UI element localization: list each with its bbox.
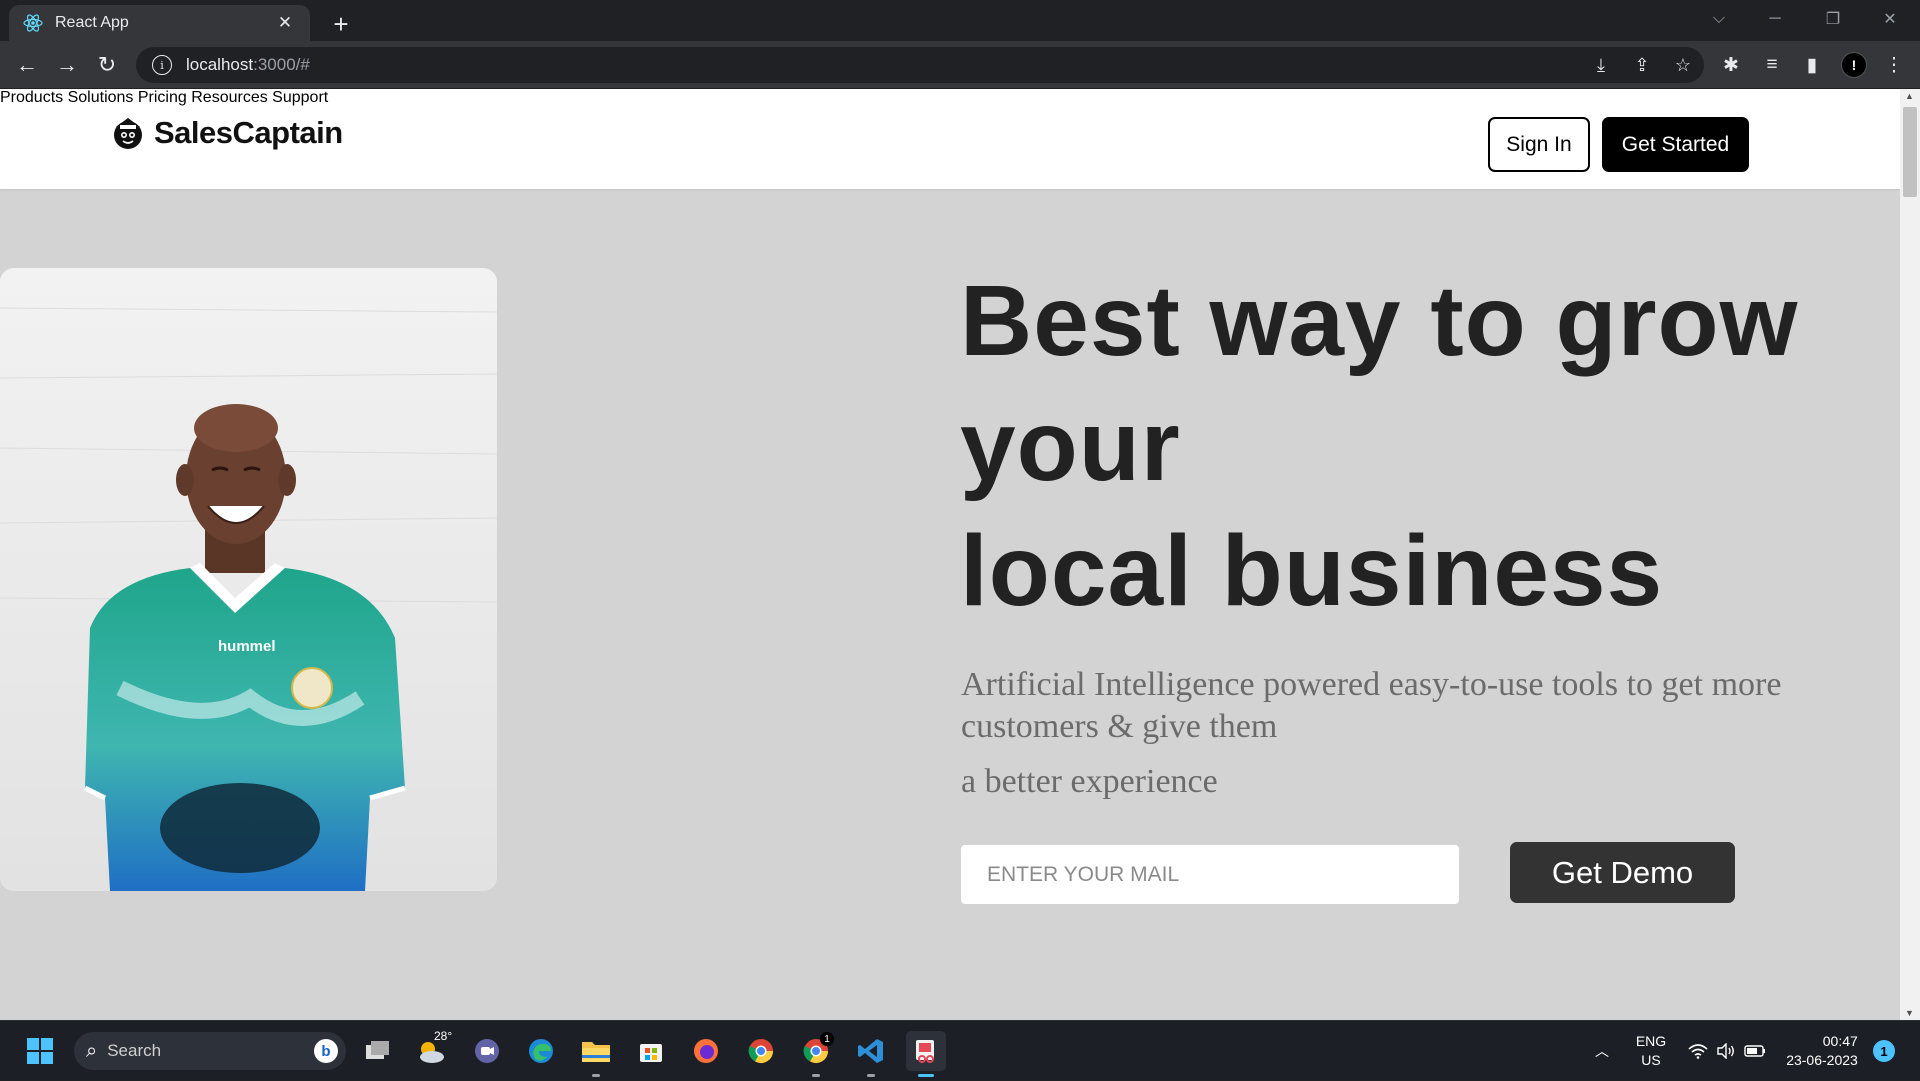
wifi-icon[interactable] xyxy=(1684,1021,1712,1081)
profile-avatar[interactable]: ! xyxy=(1841,52,1867,78)
nav-pricing[interactable]: Pricing xyxy=(138,89,187,106)
browser-tab-strip: React App ✕ + ⌵ ─ ❐ ✕ xyxy=(0,0,1920,41)
running-indicator xyxy=(592,1074,600,1077)
chrome-menu-icon[interactable]: ⋮ xyxy=(1879,50,1909,80)
headline-line: your xyxy=(960,390,1181,502)
firefox-icon[interactable] xyxy=(686,1031,726,1071)
headline-line: Best way to grow xyxy=(960,265,1799,377)
media-control-icon[interactable]: ≡ xyxy=(1757,50,1787,80)
react-logo-icon xyxy=(23,13,43,33)
side-panel-icon[interactable]: ▮ xyxy=(1797,50,1827,80)
chrome-profile-icon[interactable]: 1 xyxy=(796,1031,836,1077)
address-bar[interactable]: i localhost:3000/# xyxy=(136,47,1704,83)
extensions-icon[interactable]: ✱ xyxy=(1716,50,1746,80)
language-indicator[interactable]: ENG US xyxy=(1628,1021,1674,1081)
tab-search-icon[interactable]: ⌵ xyxy=(1696,4,1742,34)
task-view-icon[interactable] xyxy=(358,1031,398,1071)
clock-time: 00:47 xyxy=(1822,1033,1858,1049)
bing-icon[interactable]: b xyxy=(314,1039,338,1063)
scroll-up-icon[interactable]: ▲ xyxy=(1905,91,1914,101)
hero-subtitle: Artificial Intelligence powered easy-to-… xyxy=(961,666,1782,745)
weather-temp: 28° xyxy=(434,1029,453,1043)
start-icon[interactable] xyxy=(20,1031,60,1071)
search-label: Search xyxy=(107,1041,162,1060)
forward-icon[interactable]: → xyxy=(52,50,82,80)
brand-logo[interactable]: SalesCaptain xyxy=(110,111,343,155)
get-started-button[interactable]: Get Started xyxy=(1602,117,1749,172)
weather-widget-icon[interactable]: 28° xyxy=(412,1029,453,1071)
hero-subtitle-line2: a better experience xyxy=(961,763,1218,800)
back-icon[interactable]: ← xyxy=(12,50,42,80)
battery-icon[interactable] xyxy=(1740,1021,1770,1081)
brand-name: SalesCaptain xyxy=(154,115,343,150)
url-host: localhost xyxy=(186,55,254,74)
page-viewport: SalesCaptain Products Solutions Pricing … xyxy=(0,89,1900,1020)
new-tab-icon[interactable]: + xyxy=(326,9,356,39)
install-app-icon[interactable]: ⤓ xyxy=(1586,50,1616,80)
bookmark-star-icon[interactable]: ☆ xyxy=(1668,50,1698,80)
lang-line2: US xyxy=(1641,1052,1661,1068)
notification-badge[interactable]: 1 xyxy=(1873,1040,1895,1062)
tab-title: React App xyxy=(55,14,129,31)
email-input[interactable] xyxy=(961,845,1459,904)
taskbar-search[interactable]: ⌕ Search b xyxy=(74,1032,346,1070)
snipping-tool-icon[interactable] xyxy=(906,1031,946,1077)
share-icon[interactable]: ⇪ xyxy=(1627,50,1657,80)
vscode-icon[interactable] xyxy=(851,1031,891,1077)
page-scrollbar[interactable]: ▲ ▼ xyxy=(1900,89,1920,1020)
browser-tab[interactable]: React App ✕ xyxy=(9,5,310,41)
sign-in-button[interactable]: Sign In xyxy=(1488,117,1590,172)
nav-solutions[interactable]: Solutions xyxy=(68,89,134,106)
headline-line: local business xyxy=(960,515,1664,627)
hero-photo: hummel xyxy=(0,268,497,891)
minimize-icon[interactable]: ─ xyxy=(1752,4,1798,34)
active-indicator xyxy=(918,1074,934,1077)
restore-icon[interactable]: ❐ xyxy=(1810,4,1856,34)
chrome-icon[interactable] xyxy=(741,1031,781,1071)
lang-line1: ENG xyxy=(1635,1033,1667,1049)
show-hidden-icons[interactable]: ︿ xyxy=(1588,1021,1616,1081)
hero-headline: Best way to grow your local business xyxy=(960,259,1840,634)
captain-logo-icon xyxy=(114,118,142,149)
edge-icon[interactable] xyxy=(521,1031,561,1071)
running-indicator xyxy=(812,1074,820,1077)
nav-resources[interactable]: Resources xyxy=(191,89,267,106)
reload-icon[interactable]: ↻ xyxy=(92,50,122,80)
microsoft-store-icon[interactable] xyxy=(631,1031,671,1071)
site-header: SalesCaptain Products Solutions Pricing … xyxy=(0,89,1900,189)
nav-products[interactable]: Products xyxy=(0,89,63,106)
shirt-brand-text: hummel xyxy=(218,638,276,655)
close-window-icon[interactable]: ✕ xyxy=(1867,4,1913,34)
teams-chat-icon[interactable] xyxy=(467,1031,507,1071)
url-path: :3000/# xyxy=(253,55,310,74)
get-demo-button[interactable]: Get Demo xyxy=(1510,842,1735,903)
tab-close-icon[interactable]: ✕ xyxy=(274,12,296,34)
scroll-down-icon[interactable]: ▼ xyxy=(1905,1008,1914,1018)
site-info-icon[interactable]: i xyxy=(152,55,172,75)
volume-icon[interactable] xyxy=(1712,1021,1740,1081)
scrollbar-thumb[interactable] xyxy=(1903,107,1917,197)
search-icon: ⌕ xyxy=(86,1039,98,1062)
nav-support[interactable]: Support xyxy=(272,89,328,106)
clock-date: 23-06-2023 xyxy=(1786,1052,1858,1068)
file-explorer-icon[interactable] xyxy=(576,1031,616,1077)
running-indicator xyxy=(867,1074,875,1077)
windows-taskbar: ⌕ Search b 28° 1 ︿ ENG US 00:47 23-06-20… xyxy=(0,1020,1920,1080)
chrome-badge: 1 xyxy=(820,1032,834,1046)
clock[interactable]: 00:47 23-06-2023 xyxy=(1780,1021,1864,1081)
